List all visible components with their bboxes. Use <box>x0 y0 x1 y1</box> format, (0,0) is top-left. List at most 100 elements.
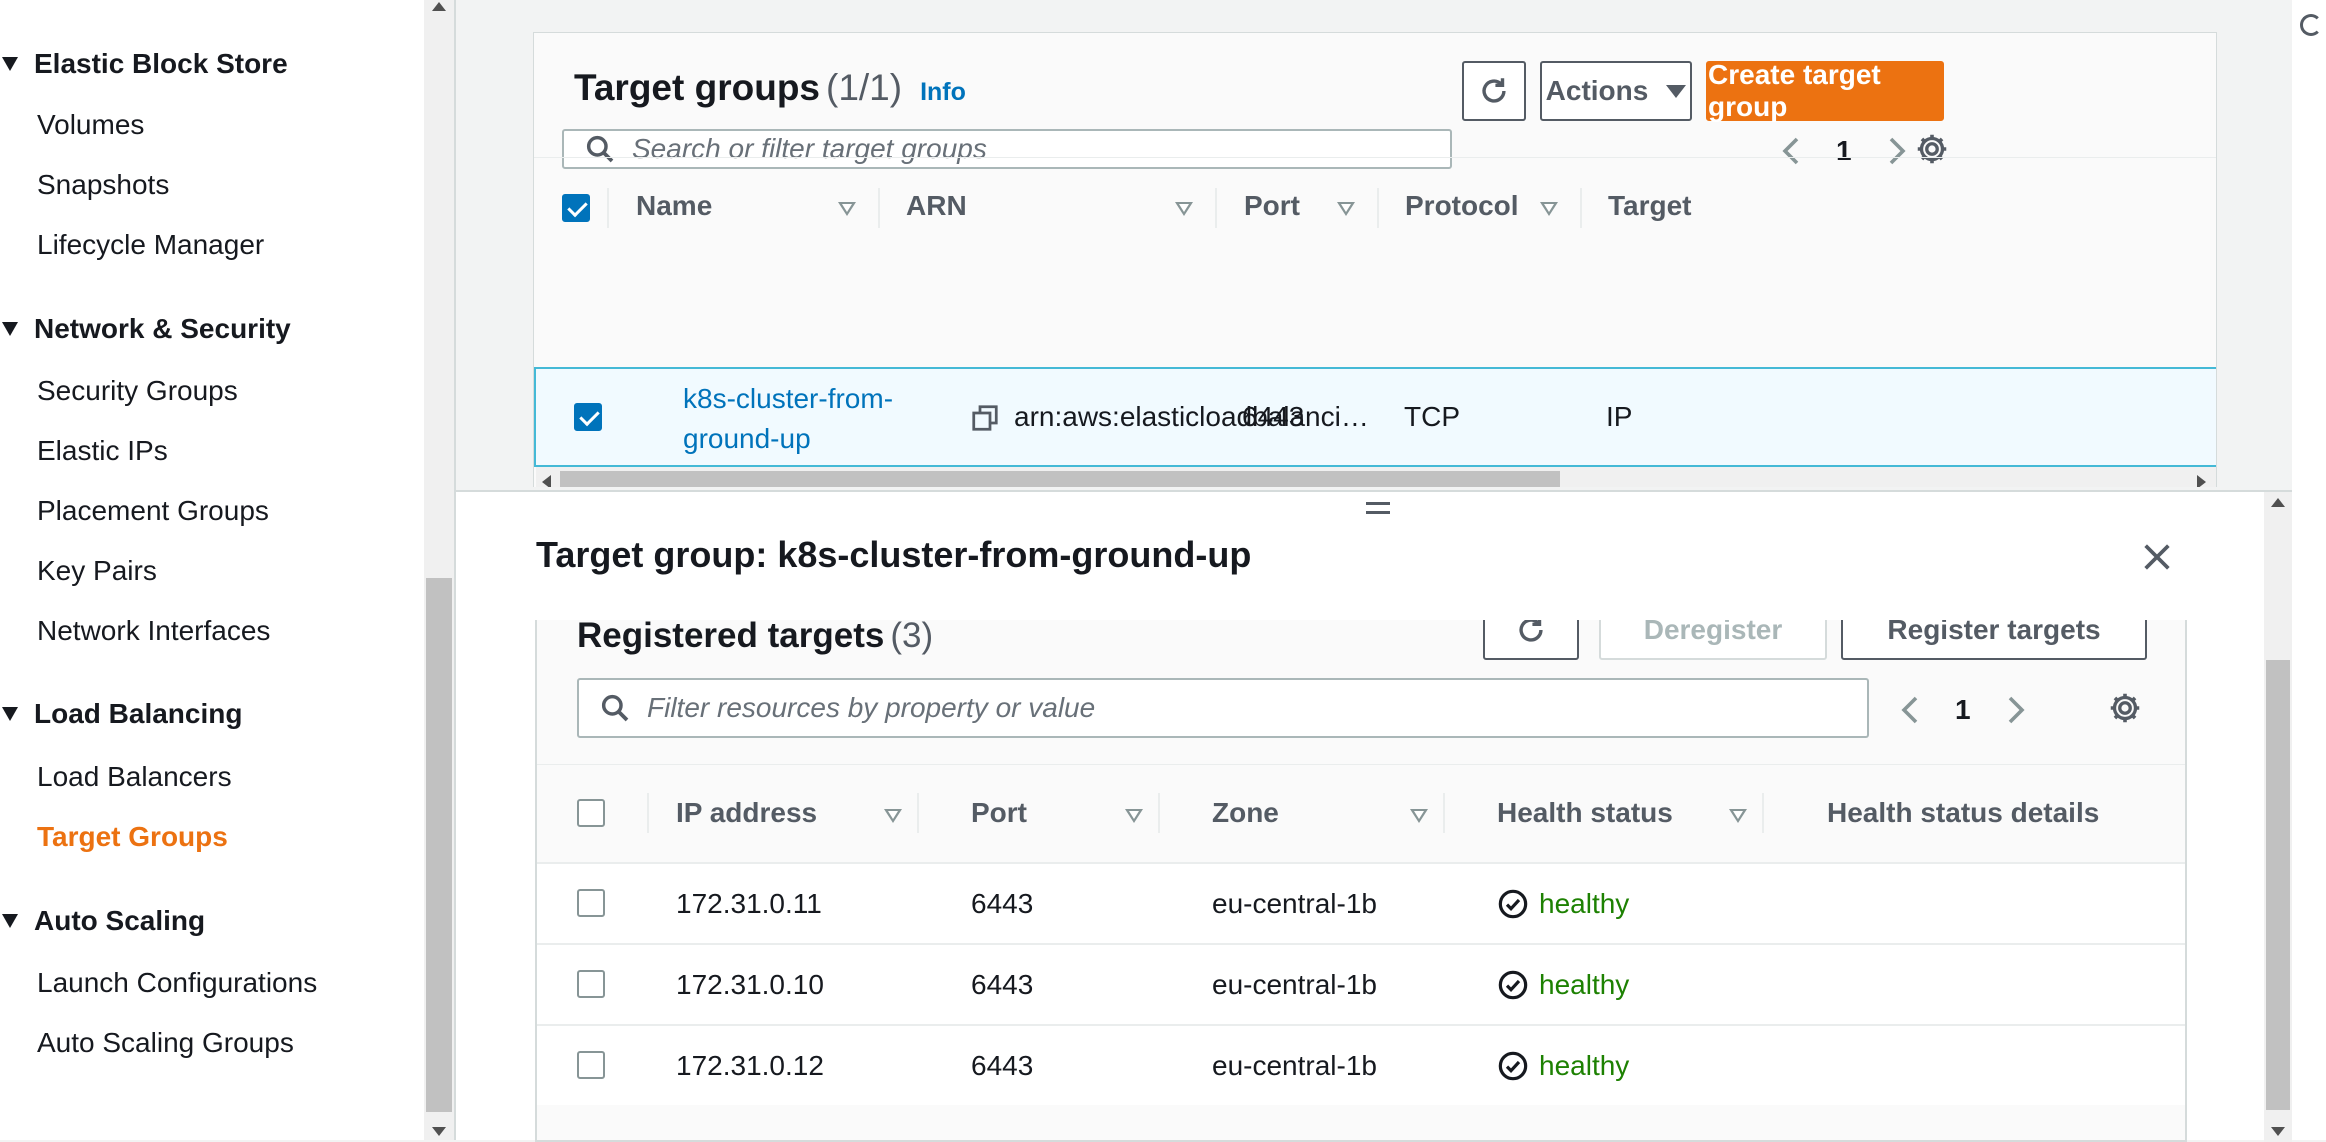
caret-down-icon <box>2 914 18 928</box>
selection-count: (1/1) <box>826 67 903 108</box>
column-header-arn[interactable]: ARN <box>906 190 967 222</box>
sidebar-scrollbar[interactable] <box>424 0 454 1140</box>
sidebar-item-security-groups[interactable]: Security Groups <box>37 373 238 409</box>
table-row[interactable]: k8s-cluster-from- ground-up arn:aws:elas… <box>534 367 2216 467</box>
table-header: IP address Port Zone Health status Healt… <box>537 764 2185 862</box>
partial-icon <box>2300 14 2322 36</box>
page-number[interactable]: 1 <box>1955 694 1971 726</box>
deregister-button[interactable]: Deregister <box>1599 620 1827 660</box>
create-target-group-button[interactable]: Create target group <box>1706 59 1944 122</box>
sidebar-item-lifecycle-manager[interactable]: Lifecycle Manager <box>37 227 264 263</box>
column-header-label: Health status <box>1497 797 1673 828</box>
column-separator <box>607 188 609 228</box>
column-header-port[interactable]: Port <box>1244 190 1300 222</box>
refresh-button[interactable] <box>1462 61 1526 121</box>
column-header-label: Name <box>636 190 713 221</box>
sidebar-item-load-balancers[interactable]: Load Balancers <box>37 759 232 795</box>
column-header-label: IP address <box>676 797 818 828</box>
caret-down-icon <box>2 322 18 336</box>
row-checkbox[interactable] <box>577 1051 605 1079</box>
actions-dropdown[interactable]: Actions <box>1540 61 1692 121</box>
info-link[interactable]: Info <box>920 78 966 106</box>
targets-count: (3) <box>890 620 934 655</box>
sort-icon[interactable] <box>884 809 902 823</box>
sidebar-scrollbar-thumb[interactable] <box>426 578 452 1112</box>
row-checkbox[interactable] <box>577 889 605 917</box>
sidebar-item-elastic-ips[interactable]: Elastic IPs <box>37 433 168 469</box>
nav-section-network-security[interactable]: Network & Security <box>0 307 291 351</box>
registered-targets-container: Registered targets (3) Deregister Registe… <box>535 620 2187 1142</box>
column-separator <box>1158 793 1160 833</box>
scroll-up-arrow-icon[interactable] <box>2271 498 2285 507</box>
refresh-button[interactable] <box>1483 620 1579 660</box>
sidebar-item-snapshots[interactable]: Snapshots <box>37 167 169 203</box>
column-header-label: Protocol <box>1405 190 1519 221</box>
sidebar-item-auto-scaling-groups[interactable]: Auto Scaling Groups <box>37 1025 294 1061</box>
row-checkbox[interactable] <box>574 403 602 431</box>
right-edge-strip <box>2292 0 2326 1140</box>
sidebar-item-volumes[interactable]: Volumes <box>37 107 144 143</box>
sort-icon[interactable] <box>1729 809 1747 823</box>
gear-icon[interactable] <box>2107 690 2143 726</box>
scroll-down-arrow-icon[interactable] <box>2271 1127 2285 1136</box>
port-value: 6443 <box>1242 401 1305 432</box>
nav-section-auto-scaling[interactable]: Auto Scaling <box>0 899 205 943</box>
horizontal-scrollbar[interactable] <box>536 467 2216 487</box>
sidebar: Elastic Block Store Volumes Snapshots Li… <box>0 0 424 1140</box>
sort-icon[interactable] <box>1175 202 1193 216</box>
column-separator <box>647 793 649 833</box>
column-separator <box>917 793 919 833</box>
sort-icon[interactable] <box>838 202 856 216</box>
column-header-name[interactable]: Name <box>636 190 712 222</box>
target-group-name-link[interactable]: k8s-cluster-from- ground-up <box>683 379 893 459</box>
targets-filter-input[interactable]: Filter resources by property or value <box>577 678 1869 738</box>
nav-section-label: Elastic Block Store <box>34 48 288 79</box>
name-line: ground-up <box>683 423 811 454</box>
column-header-label: ARN <box>906 190 967 221</box>
register-targets-button[interactable]: Register targets <box>1841 620 2147 660</box>
check-circle-icon <box>1498 1051 1528 1081</box>
scroll-up-arrow-icon[interactable] <box>432 2 446 11</box>
horizontal-scrollbar-thumb[interactable] <box>560 471 1560 487</box>
sort-icon[interactable] <box>1410 809 1428 823</box>
column-header-health-status-details[interactable]: Health status details <box>1827 797 2099 829</box>
drag-handle-icon[interactable] <box>1366 502 1390 514</box>
zone-value: eu-central-1b <box>1212 969 1377 1000</box>
chevron-left-icon[interactable] <box>1899 695 1921 725</box>
column-header-zone[interactable]: Zone <box>1212 797 1279 829</box>
nav-section-load-balancing[interactable]: Load Balancing <box>0 692 242 736</box>
scroll-left-arrow-icon[interactable] <box>542 475 551 487</box>
check-circle-icon <box>1498 889 1528 919</box>
copy-icon[interactable] <box>970 403 1000 433</box>
column-header-target[interactable]: Target <box>1608 190 1692 222</box>
sidebar-item-launch-configurations[interactable]: Launch Configurations <box>37 965 317 1001</box>
column-header-health-status[interactable]: Health status <box>1497 797 1673 829</box>
chevron-right-icon[interactable] <box>2005 695 2027 725</box>
caret-down-icon <box>2 707 18 721</box>
table-row[interactable]: 172.31.0.11 6443 eu-central-1b healthy <box>537 862 2185 943</box>
row-checkbox[interactable] <box>577 970 605 998</box>
port-value: 6443 <box>971 888 1034 919</box>
column-header-ip-address[interactable]: IP address <box>676 797 817 829</box>
sort-icon[interactable] <box>1125 809 1143 823</box>
sidebar-item-network-interfaces[interactable]: Network Interfaces <box>37 613 270 649</box>
sidebar-item-placement-groups[interactable]: Placement Groups <box>37 493 269 529</box>
table-row[interactable]: 172.31.0.10 6443 eu-central-1b healthy <box>537 943 2185 1024</box>
scroll-down-arrow-icon[interactable] <box>432 1127 446 1136</box>
table-row[interactable]: 172.31.0.12 6443 eu-central-1b healthy <box>537 1024 2185 1105</box>
column-header-label: Health status details <box>1827 797 2100 828</box>
column-header-protocol[interactable]: Protocol <box>1405 190 1519 222</box>
select-all-checkbox[interactable] <box>562 194 590 222</box>
scroll-right-arrow-icon[interactable] <box>2197 475 2206 487</box>
sidebar-item-key-pairs[interactable]: Key Pairs <box>37 553 157 589</box>
sort-icon[interactable] <box>1540 202 1558 216</box>
nav-section-elastic-block-store[interactable]: Elastic Block Store <box>0 42 288 86</box>
column-header-port[interactable]: Port <box>971 797 1027 829</box>
nav-section-label: Auto Scaling <box>34 905 206 936</box>
select-all-checkbox[interactable] <box>577 799 605 827</box>
split-panel-scrollbar[interactable] <box>2264 492 2292 1142</box>
sort-icon[interactable] <box>1337 202 1355 216</box>
sidebar-item-target-groups[interactable]: Target Groups <box>37 819 228 855</box>
close-icon[interactable] <box>2140 540 2174 574</box>
split-panel-scrollbar-thumb[interactable] <box>2266 660 2290 1110</box>
